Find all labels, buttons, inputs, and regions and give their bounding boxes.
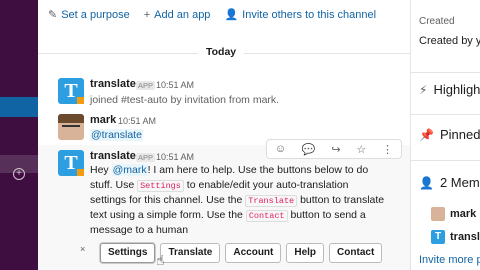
channel-main: ✎ Set a purpose + Add an app 👤 Invite other… (38, 0, 410, 270)
lightning-icon: ⚡ (419, 82, 428, 97)
member-avatar (431, 207, 445, 221)
add-person-icon: 👤 (224, 9, 239, 21)
sender-name[interactable]: mark (90, 114, 116, 126)
dismiss-icon[interactable]: × (80, 244, 85, 254)
add-app-link[interactable]: + Add an app (144, 8, 211, 21)
message-timestamp[interactable]: 10:51 AM (156, 80, 194, 90)
set-purpose-link[interactable]: ✎ Set a purpose (48, 8, 130, 22)
day-label[interactable]: Today (198, 46, 245, 58)
contact-button[interactable]: Contact (329, 243, 383, 263)
channel-actions: ✎ Set a purpose + Add an app 👤 Invite other… (48, 8, 376, 22)
panel-divider (411, 160, 480, 161)
mention[interactable]: @mark (111, 164, 148, 176)
mark-avatar[interactable] (58, 114, 84, 140)
app-badge: APP (136, 81, 156, 90)
account-button[interactable]: Account (225, 243, 282, 263)
help-button[interactable]: Help (286, 243, 325, 263)
message-timestamp[interactable]: 10:51 AM (156, 152, 194, 162)
member-row[interactable]: mark (431, 207, 476, 221)
sender-name[interactable]: translate (90, 78, 136, 90)
created-label: Created (419, 16, 455, 27)
pinned-item[interactable]: 📌 Pinned (419, 127, 480, 142)
created-value: Created by y (419, 35, 480, 47)
translate-avatar[interactable]: T (58, 150, 84, 176)
message-line: text using a simple form. Use the Contac… (90, 209, 366, 222)
message-line: settings for this channel. Use the Trans… (90, 194, 385, 207)
day-divider: Today (38, 46, 410, 60)
message-timestamp[interactable]: 10:51 AM (118, 116, 156, 126)
invite-others-link[interactable]: 👤 Invite others to this channel (224, 8, 376, 22)
plus-icon: + (143, 8, 151, 21)
message-line: message to a human (90, 224, 189, 236)
member-avatar: T (431, 230, 445, 244)
app-badge: APP (136, 153, 156, 162)
sidebar-active-channel[interactable] (0, 97, 38, 117)
message-actions-toolbar: ☺ 💬 ↪ ☆ ⋮ (266, 139, 402, 159)
panel-divider (411, 114, 480, 115)
translate-avatar[interactable]: T (58, 78, 84, 104)
message-text: joined #test-auto by invitation from mar… (90, 94, 280, 106)
pointer-cursor-icon: ☝ (156, 252, 165, 268)
panel-divider (411, 72, 480, 73)
channel-details-panel: Created Created by y ⚡ Highligh 📌 Pinned 👤… (410, 0, 480, 270)
more-icon[interactable]: ⋮ (382, 143, 393, 156)
highlights-item[interactable]: ⚡ Highligh (419, 82, 480, 97)
pin-icon: 📌 (419, 127, 434, 142)
message-line: stuff. Use Settings to enable/edit your … (90, 179, 349, 192)
person-icon: 👤 (419, 175, 434, 190)
star-icon[interactable]: ☆ (356, 143, 366, 156)
inline-code: Translate (245, 195, 298, 207)
pencil-icon: ✎ (48, 9, 58, 21)
thread-icon[interactable]: 💬 (302, 143, 316, 156)
mention[interactable]: @translate (90, 129, 143, 141)
message-line: Hey @mark! I am here to help. Use the bu… (90, 164, 369, 176)
invite-more-link[interactable]: Invite more p (419, 254, 480, 266)
share-icon[interactable]: ↪ (331, 143, 340, 156)
members-item[interactable]: 👤2 Memb (419, 175, 480, 190)
action-buttons: Settings Translate Account Help Contact (100, 243, 383, 263)
settings-button[interactable]: Settings (100, 243, 156, 263)
inline-code: Settings (137, 180, 184, 192)
member-row[interactable]: Ttransl (431, 230, 480, 244)
sender-name[interactable]: translate (90, 150, 136, 162)
inline-code: Contact (245, 210, 288, 222)
translate-button[interactable]: Translate (160, 243, 221, 263)
add-icon[interactable]: + (13, 168, 25, 180)
workspace-sidebar: + (0, 0, 38, 270)
reaction-icon[interactable]: ☺ (275, 143, 286, 155)
